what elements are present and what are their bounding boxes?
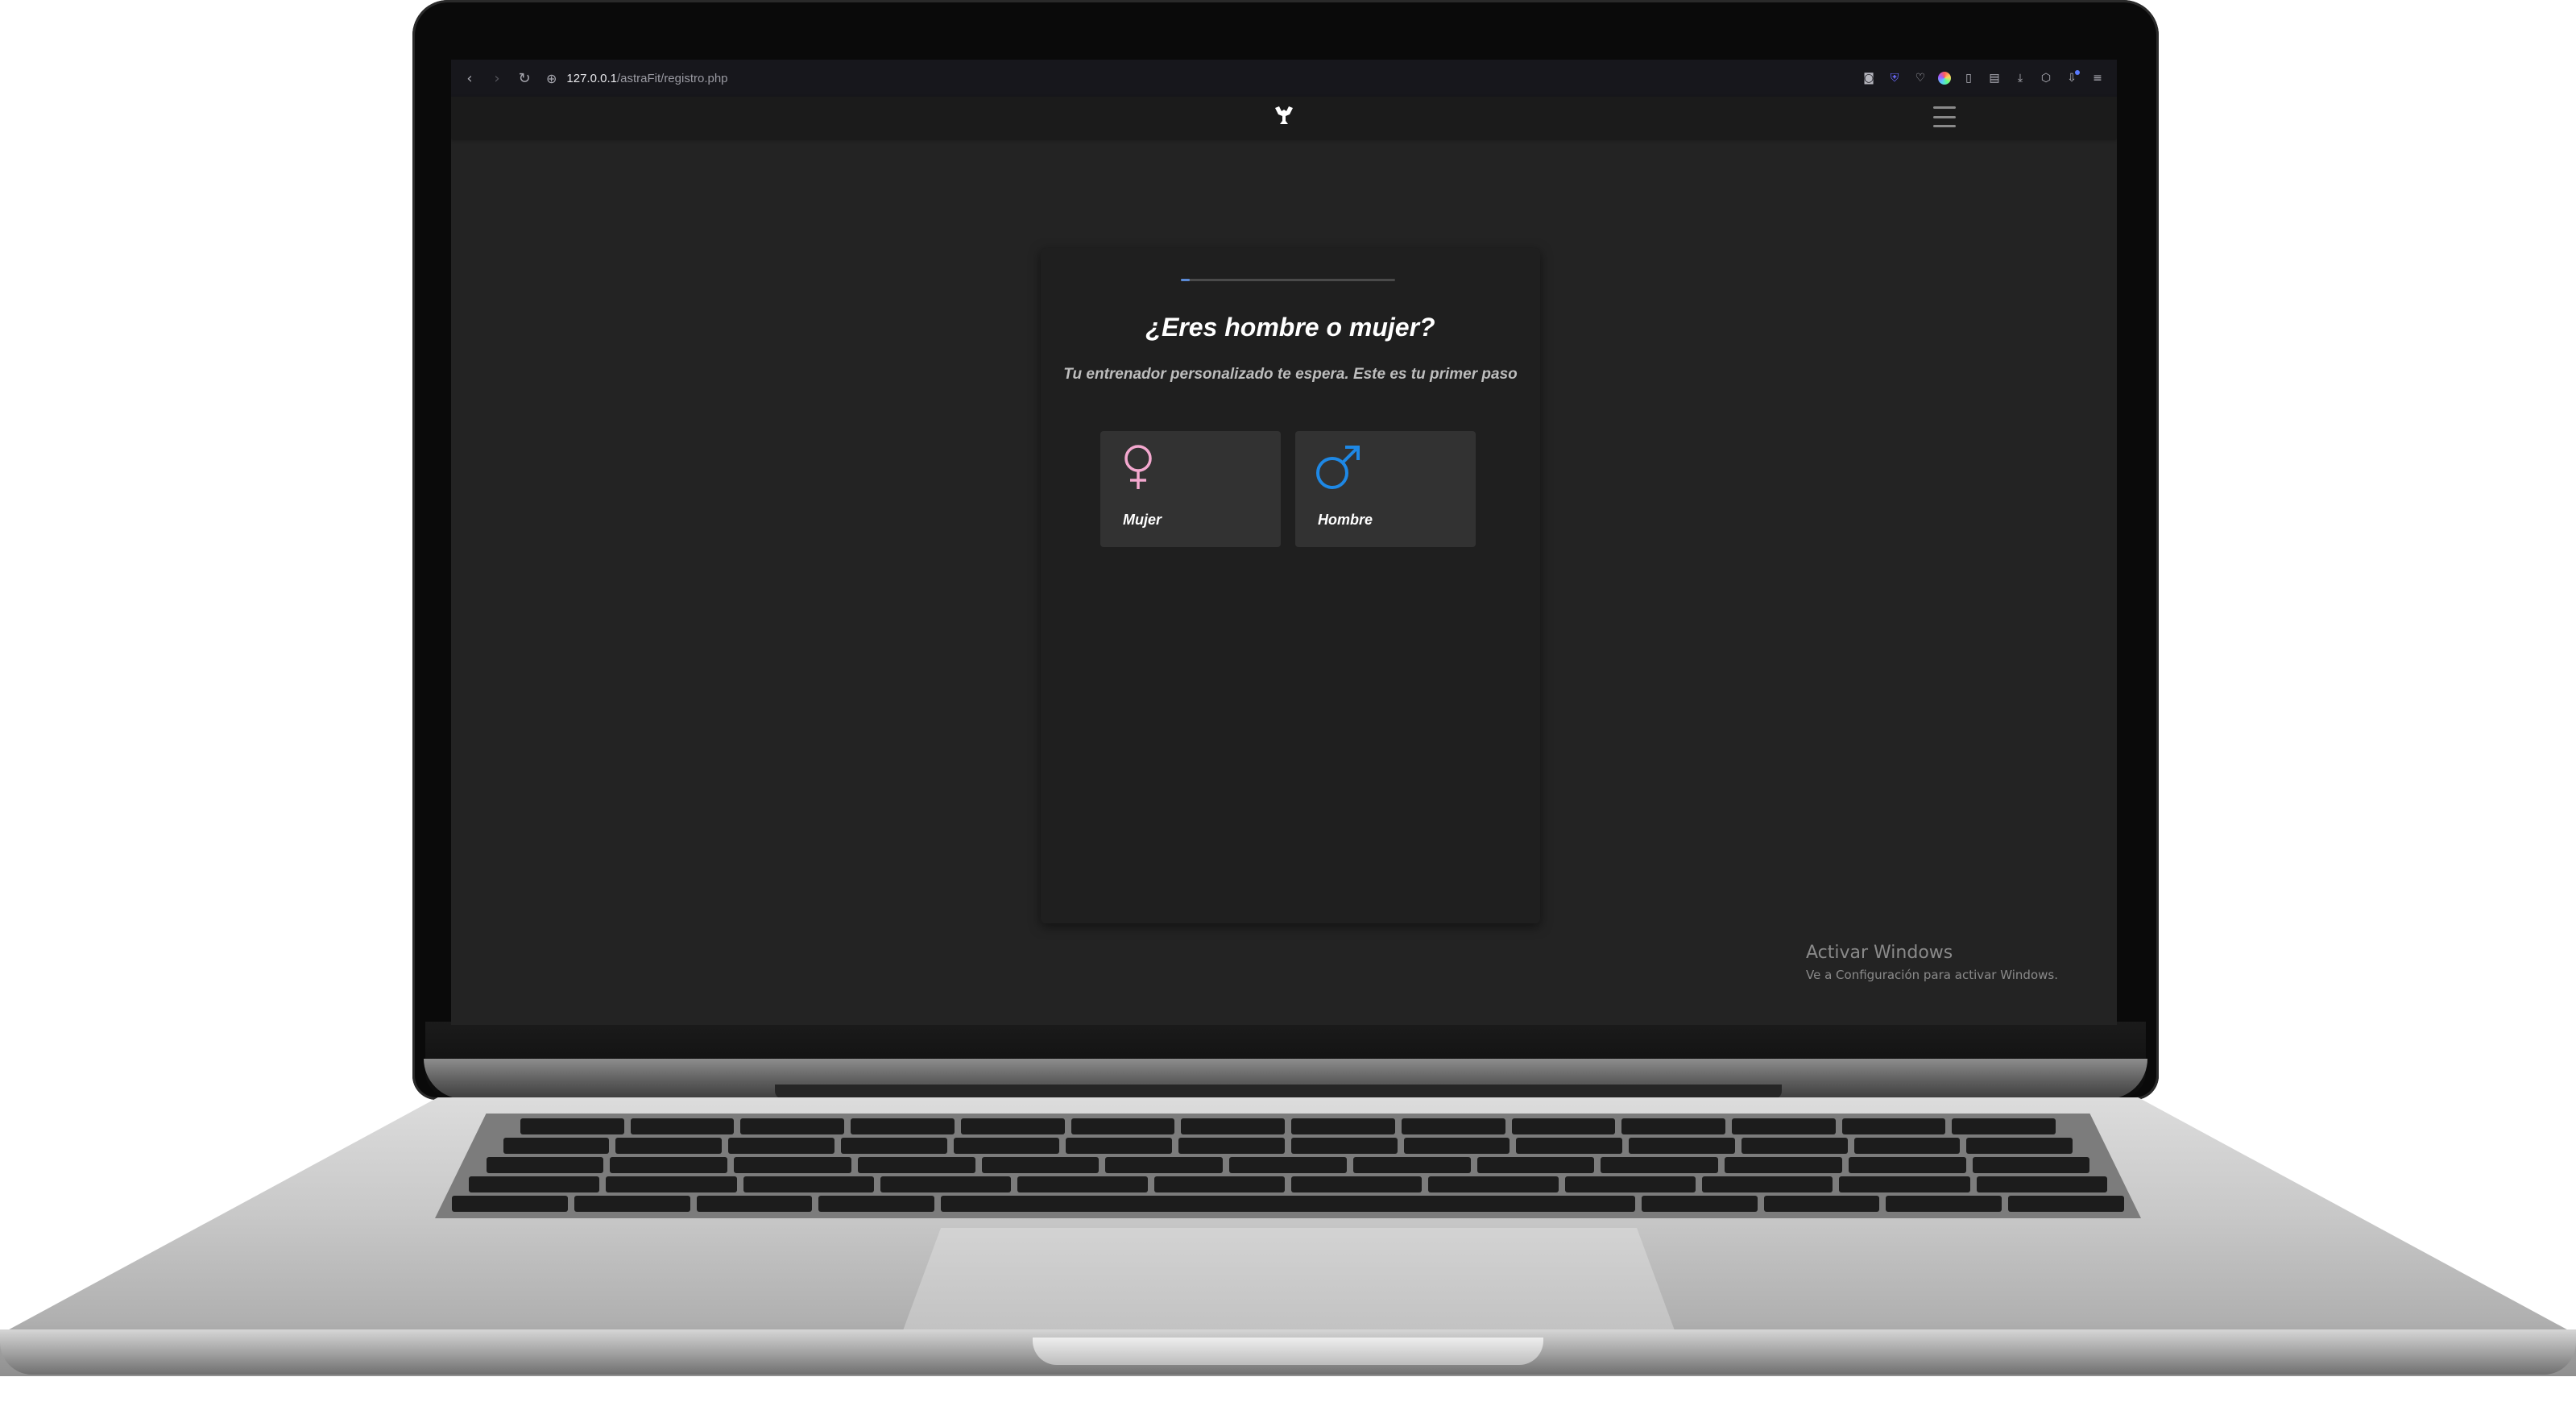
- reload-icon[interactable]: ↻: [511, 70, 538, 87]
- mouse-icon[interactable]: ▯: [1961, 70, 1977, 86]
- address-bar[interactable]: 127.0.0.1/astraFit/registro.php: [566, 72, 727, 85]
- hamburger-menu-icon[interactable]: [1933, 106, 1956, 127]
- page-title: ¿Eres hombre o mujer?: [1145, 313, 1435, 342]
- notes-icon[interactable]: ▤: [1986, 70, 2002, 86]
- progress-fill: [1181, 279, 1190, 281]
- forward-icon[interactable]: ›: [483, 70, 511, 87]
- option-label: Mujer: [1123, 512, 1162, 528]
- heart-icon[interactable]: ♡: [1912, 70, 1928, 86]
- downloads-icon[interactable]: ⇩: [2064, 70, 2080, 86]
- shield-icon[interactable]: ⛨: [1886, 70, 1903, 86]
- browser-toolbar: ‹ › ↻ ⊕ 127.0.0.1/astraFit/registro.php …: [451, 60, 2117, 97]
- watermark-title: Activar Windows: [1806, 943, 1953, 963]
- screenshot-icon[interactable]: ◙: [1861, 70, 1877, 86]
- page-subtitle: Tu entrenador personalizado te espera. E…: [1063, 366, 1518, 383]
- site-info-icon[interactable]: ⊕: [546, 71, 557, 86]
- option-label: Hombre: [1318, 512, 1373, 528]
- female-symbol-icon: [1118, 442, 1158, 496]
- trackpad: [902, 1228, 1675, 1333]
- male-symbol-icon: [1313, 442, 1363, 496]
- hinge-gap: [775, 1085, 1782, 1099]
- extension-toolbar: ◙ ⛨ ♡ ▯ ▤ ⤓ ⬡ ⇩ ≡: [1861, 70, 2117, 86]
- download-icon[interactable]: ⤓: [2012, 70, 2028, 86]
- gender-option-mujer[interactable]: Mujer: [1100, 431, 1281, 547]
- back-icon[interactable]: ‹: [456, 70, 483, 87]
- menu-icon[interactable]: ≡: [2089, 70, 2106, 86]
- dumbbell-icon[interactable]: [1272, 103, 1296, 132]
- url-host: 127.0.0.1: [566, 71, 617, 85]
- color-picker-icon[interactable]: [1938, 72, 1951, 85]
- extension-icon[interactable]: ⬡: [2038, 70, 2054, 86]
- keyboard: [435, 1114, 2141, 1218]
- watermark-subtitle: Ve a Configuración para activar Windows.: [1806, 968, 2058, 982]
- registration-card: ¿Eres hombre o mujer? Tu entrenador pers…: [1041, 248, 1540, 923]
- gender-option-hombre[interactable]: Hombre: [1295, 431, 1476, 547]
- url-path: /astraFit/registro.php: [616, 71, 728, 85]
- laptop-screen: ‹ › ↻ ⊕ 127.0.0.1/astraFit/registro.php …: [451, 60, 2117, 1025]
- progress-bar: [1181, 279, 1395, 281]
- site-header: [451, 97, 2117, 139]
- laptop-thumb-notch: [1033, 1338, 1543, 1365]
- windows-activation-watermark: Activar Windows Ve a Configuración para …: [1806, 943, 2058, 982]
